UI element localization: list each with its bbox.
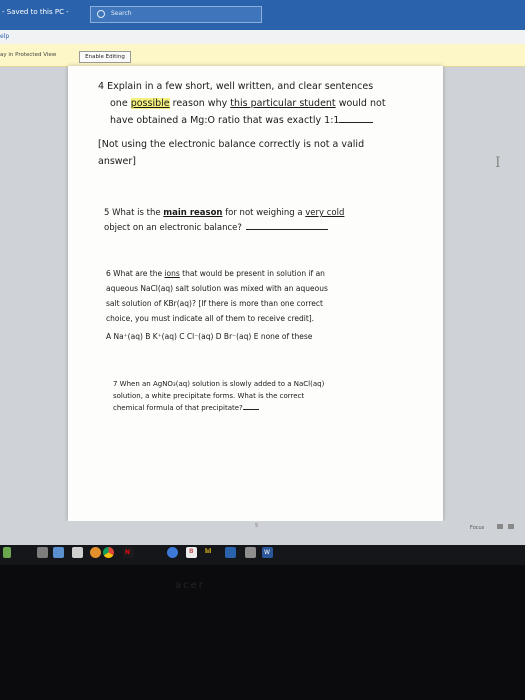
q7-line-1: 7 When an AgNO₃(aq) solution is slowly a… [113,380,325,388]
read-mode-icon[interactable] [497,524,503,529]
store-icon[interactable] [72,547,83,558]
q6-line-2: aqueous NaCl(aq) salt solution was mixed… [106,284,328,293]
search-box[interactable]: Search [90,6,262,23]
q4-line-4: [Not using the electronic balance correc… [98,139,365,150]
page-number: 5 [255,523,259,529]
text-cursor-icon: I [495,155,501,171]
answer-blank[interactable] [245,229,328,230]
q6-line-1: 6 What are the ions that would be presen… [106,269,325,278]
q4-line-2: one possible reason why this particular … [110,98,386,109]
camera-icon[interactable] [37,547,48,558]
document-page[interactable]: 4 Explain in a few short, well written, … [68,66,443,521]
protected-view-text: ay in Protected View [0,52,57,58]
word-label: W [264,549,270,556]
question-4: 4 Explain in a few short, well written, … [98,78,386,170]
q5-line-1: 5 What is the main reason for not weighi… [104,208,345,218]
status-bar: 5 Focus [0,521,525,545]
netflix-icon[interactable]: N [123,547,134,558]
save-status[interactable]: - Saved to this PC - [2,8,69,16]
blue-square-icon[interactable] [225,547,236,558]
q4-line-1: 4 Explain in a few short, well written, … [98,81,374,92]
title-bar: - Saved to this PC - Search [0,0,525,30]
screen: - Saved to this PC - Search elp ay in Pr… [0,0,525,545]
question-7: 7 When an AgNO₃(aq) solution is slowly a… [113,378,324,414]
print-layout-icon[interactable] [508,524,514,529]
search-icon [97,10,105,18]
chart-app-icon[interactable]: lıl [205,547,216,558]
badge-label: B [189,548,194,555]
answer-blank[interactable] [242,409,259,410]
start-icon[interactable] [3,547,11,558]
q7-line-3: chemical formula of that precipitate? [113,402,324,414]
badge-app-icon[interactable]: B [186,547,197,558]
word-icon[interactable]: W [262,547,273,558]
protected-view-bar: ay in Protected View Enable Editing [0,44,525,67]
q6-line-4: choice, you must indicate all of them to… [106,314,315,323]
edge-icon[interactable] [53,547,64,558]
chart-label: lıl [205,548,212,555]
chrome-icon[interactable] [103,547,114,558]
monitor-brand-logo: acer [175,580,205,591]
blue-round-icon[interactable] [167,547,178,558]
orange-app-icon[interactable] [90,547,101,558]
focus-mode[interactable]: Focus [470,525,484,531]
help-tab[interactable]: elp [0,33,9,40]
enable-editing-button[interactable]: Enable Editing [79,51,131,63]
q6-answer-choices: A Na⁺(aq) B K⁺(aq) C Cl⁻(aq) D Br⁻(aq) E… [106,332,313,341]
q4-line-5: answer] [98,156,137,167]
q4-line-3: have obtained a Mg:O ratio that was exac… [98,112,386,129]
q5-line-2: object on an electronic balance? [104,221,344,236]
search-placeholder: Search [111,10,132,17]
ribbon-menu: elp [0,30,525,45]
taskbar: N B lıl W [0,545,525,565]
highlighted-word: possible [130,98,170,109]
question-5: 5 What is the main reason for not weighi… [104,206,344,236]
netflix-label: N [125,549,131,556]
q6-line-3: salt solution of KBr(aq)? [If there is m… [106,299,323,308]
monitor-bezel [0,565,525,700]
q7-line-2: solution, a white precipitate forms. Wha… [113,392,305,400]
answer-blank[interactable] [339,122,374,123]
question-6: 6 What are the ions that would be presen… [106,266,328,344]
keyboard-icon[interactable] [245,547,256,558]
